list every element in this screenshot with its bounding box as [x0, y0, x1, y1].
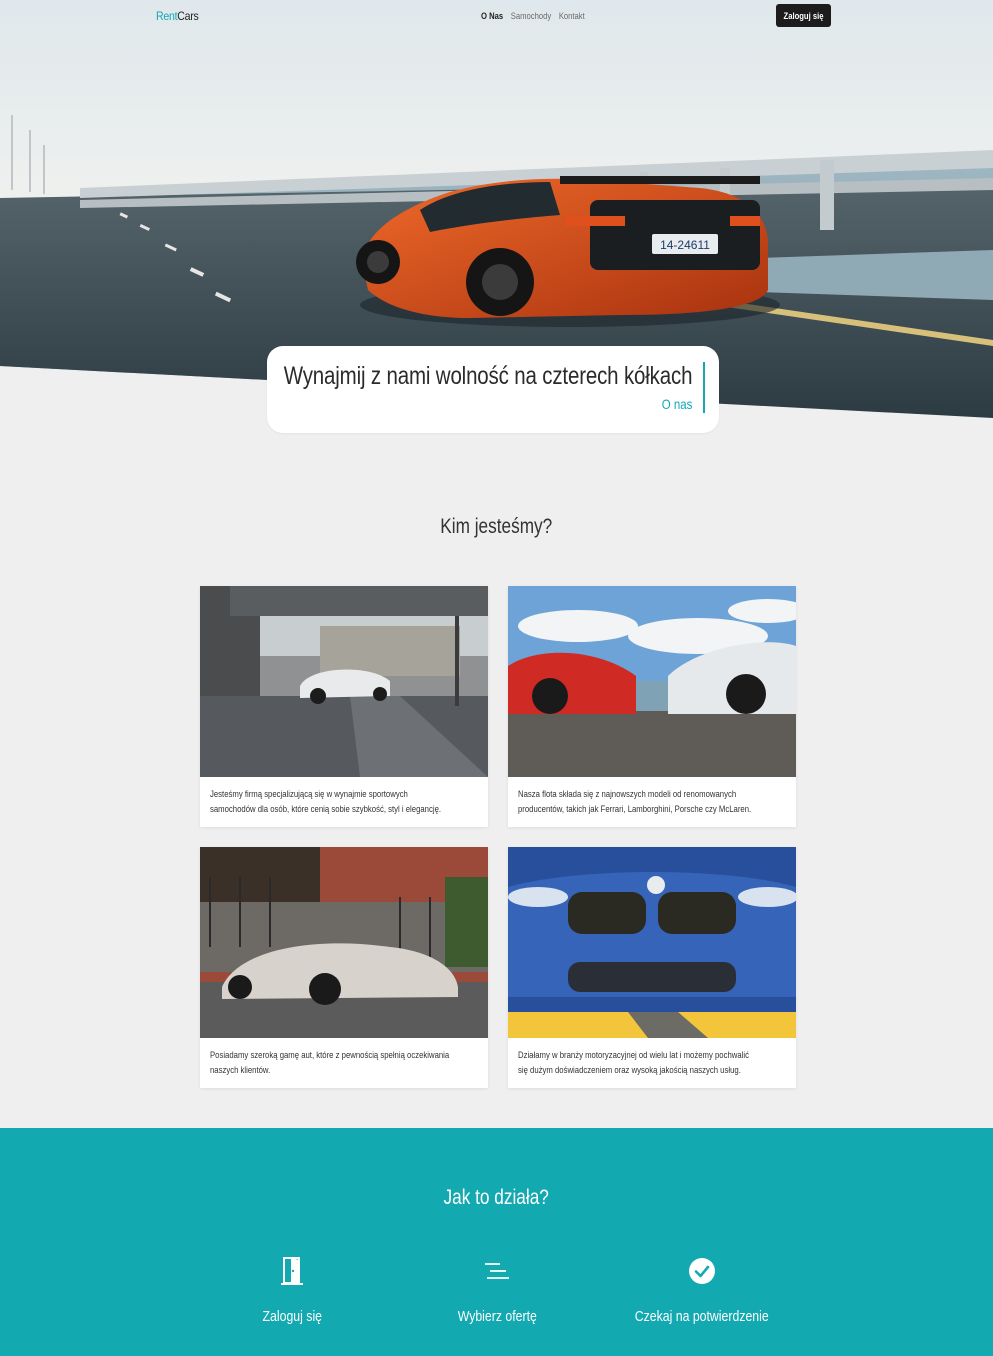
about-card: Działamy w branży motoryzacyjnej od wiel…: [508, 847, 796, 1088]
card-image-ferrari-audi: [508, 586, 796, 777]
logo-part-rent: Rent: [156, 9, 178, 23]
check-circle-icon: [592, 1256, 812, 1286]
hero-card: Wynajmij z nami wolność na czterech kółk…: [267, 346, 719, 433]
hero-accent-bar: [703, 362, 705, 413]
about-card-text: Posiadamy szeroką gamę aut, które z pewn…: [210, 1050, 450, 1075]
brand-logo[interactable]: RentCars: [156, 9, 199, 23]
hero-heading: Wynajmij z nami wolność na czterech kółk…: [283, 362, 692, 390]
svg-text:14-24611: 14-24611: [660, 238, 710, 252]
step-label: Wybierz ofertę: [387, 1308, 607, 1325]
about-card-text: Działamy w branży motoryzacyjnej od wiel…: [518, 1050, 749, 1075]
nav-links: O Nas Samochody Kontakt: [481, 11, 585, 21]
about-card: Posiadamy szeroką gamę aut, które z pewn…: [200, 847, 488, 1088]
login-button[interactable]: Zaloguj się: [776, 4, 831, 27]
about-title-text: Kim jesteśmy?: [440, 515, 553, 538]
step-label-text: Czekaj na potwierdzenie: [634, 1308, 770, 1325]
step-label-text: Wybierz ofertę: [457, 1308, 537, 1325]
about-card-text: Jesteśmy firmą specjalizującą się w wyna…: [210, 789, 442, 814]
nav-link-cars[interactable]: Samochody: [511, 11, 551, 21]
about-card: Nasza flota składa się z najnowszych mod…: [508, 586, 796, 827]
card-image-bmw-front: [508, 847, 796, 1038]
step-label: Czekaj na potwierdzenie: [592, 1308, 812, 1325]
about-section-title: Kim jesteśmy?: [0, 515, 993, 539]
nav-link-contact[interactable]: Kontakt: [559, 11, 585, 21]
how-section-title: Jak to działa?: [0, 1186, 993, 1210]
page: 14-24611 RentCars O Nas Samochody Kontak…: [0, 0, 993, 1356]
step-label-text: Zaloguj się: [262, 1308, 322, 1325]
step-label: Zaloguj się: [182, 1308, 402, 1325]
how-title-text: Jak to działa?: [443, 1186, 550, 1209]
card-image-audi-street: [200, 586, 488, 777]
about-card-text: Nasza flota składa się z najnowszych mod…: [518, 789, 752, 814]
nav-link-about[interactable]: O Nas: [481, 11, 503, 21]
top-navbar: RentCars O Nas Samochody Kontakt Zaloguj…: [0, 0, 993, 32]
step-await-confirmation: Czekaj na potwierdzenie: [592, 1256, 812, 1325]
how-it-works-section: Jak to działa? Zaloguj się Wybierz ofert…: [0, 1128, 993, 1356]
logo-part-cars: Cars: [177, 9, 199, 23]
step-choose-offer: Wybierz ofertę: [387, 1256, 607, 1325]
step-login: Zaloguj się: [182, 1256, 402, 1325]
card-image-lamborghini-brick: [200, 847, 488, 1038]
door-icon: [182, 1256, 402, 1286]
hero-about-link[interactable]: O nas: [661, 396, 692, 412]
login-button-label: Zaloguj się: [783, 10, 824, 21]
list-icon: [387, 1256, 607, 1286]
about-card: Jesteśmy firmą specjalizującą się w wyna…: [200, 586, 488, 827]
